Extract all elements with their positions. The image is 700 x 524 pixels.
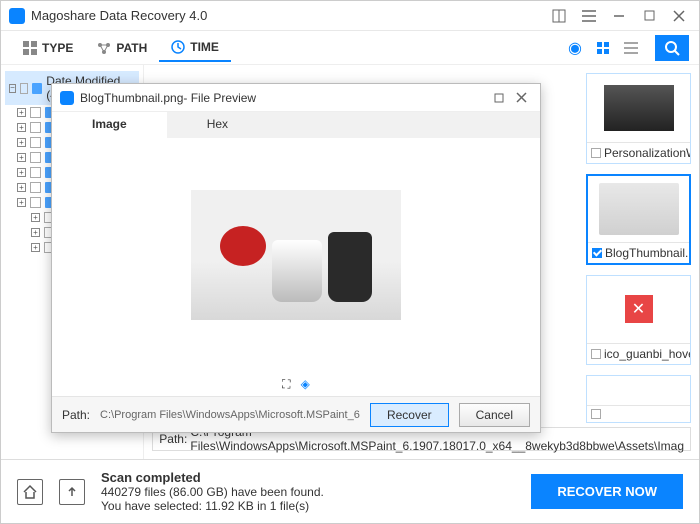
search-icon bbox=[664, 40, 680, 56]
dialog-titlebar: BlogThumbnail.png- File Preview bbox=[52, 84, 540, 112]
checkbox[interactable] bbox=[30, 137, 41, 148]
dialog-recover-button[interactable]: Recover bbox=[370, 403, 449, 427]
thumbnail-label: PersonalizationW… bbox=[604, 146, 690, 160]
checkbox[interactable] bbox=[20, 83, 28, 94]
grid-icon bbox=[23, 41, 37, 55]
thumbnail-item[interactable] bbox=[586, 375, 691, 423]
toolbar: TYPE PATH TIME ◉ bbox=[1, 31, 699, 65]
thumbnail-image bbox=[587, 376, 690, 405]
expand-icon[interactable]: + bbox=[17, 138, 26, 147]
view-grid-icon[interactable] bbox=[592, 37, 614, 59]
folder-icon bbox=[32, 83, 42, 94]
scan-info: Scan completed 440279 files (86.00 GB) h… bbox=[101, 470, 531, 513]
thumbnail-label: BlogThumbnail.png bbox=[605, 246, 689, 260]
thumbnail-label: ico_guanbi_hover… bbox=[604, 347, 690, 361]
checkbox[interactable] bbox=[30, 122, 41, 133]
preview-image bbox=[191, 190, 401, 320]
thumbnail-item[interactable]: ✕ ico_guanbi_hover… bbox=[586, 275, 691, 366]
minimize-button[interactable] bbox=[607, 4, 631, 28]
path-icon bbox=[97, 41, 111, 55]
dialog-tab-image[interactable]: Image bbox=[52, 112, 167, 138]
thumbnail-item[interactable]: BlogThumbnail.png bbox=[586, 174, 691, 265]
expand-icon[interactable]: + bbox=[17, 198, 26, 207]
checkbox[interactable] bbox=[30, 167, 41, 178]
menu-icon[interactable] bbox=[577, 4, 601, 28]
checkbox[interactable] bbox=[591, 409, 601, 419]
tab-path[interactable]: PATH bbox=[85, 35, 159, 61]
collapse-icon[interactable]: − bbox=[9, 84, 16, 93]
dialog-tab-hex[interactable]: Hex bbox=[167, 112, 268, 138]
expand-icon[interactable]: + bbox=[31, 228, 40, 237]
checkbox[interactable] bbox=[30, 152, 41, 163]
path-label: Path: bbox=[159, 432, 187, 446]
dialog-controls: ⛶ ◈ bbox=[52, 372, 540, 396]
expand-icon[interactable]: + bbox=[17, 123, 26, 132]
close-button[interactable] bbox=[667, 4, 691, 28]
expand-icon[interactable]: + bbox=[31, 213, 40, 222]
dialog-close-button[interactable] bbox=[510, 87, 532, 109]
error-icon: ✕ bbox=[625, 295, 653, 323]
preview-dialog: BlogThumbnail.png- File Preview Image He… bbox=[51, 83, 541, 433]
app-logo-icon bbox=[9, 8, 25, 24]
tab-time[interactable]: TIME bbox=[159, 34, 231, 62]
maximize-button[interactable] bbox=[637, 4, 661, 28]
checkbox[interactable] bbox=[30, 182, 41, 193]
thumbnail-image: ✕ bbox=[587, 276, 690, 344]
thumbnail-image bbox=[587, 74, 690, 142]
zoom-fit-icon[interactable]: ⛶ bbox=[282, 377, 290, 392]
expand-icon[interactable]: + bbox=[31, 243, 40, 252]
checkbox[interactable] bbox=[30, 197, 41, 208]
dialog-logo-icon bbox=[60, 91, 74, 105]
upload-icon bbox=[65, 485, 79, 499]
window-layout-icon[interactable] bbox=[547, 4, 571, 28]
thumbnail-item[interactable]: PersonalizationW… bbox=[586, 73, 691, 164]
checkbox[interactable] bbox=[591, 349, 601, 359]
expand-icon[interactable]: + bbox=[17, 153, 26, 162]
home-icon bbox=[22, 484, 38, 500]
tab-path-label: PATH bbox=[116, 41, 147, 55]
tab-time-label: TIME bbox=[190, 40, 219, 54]
dialog-maximize-button[interactable] bbox=[488, 87, 510, 109]
checkbox[interactable] bbox=[30, 107, 41, 118]
tab-type-label: TYPE bbox=[42, 41, 73, 55]
clock-icon bbox=[171, 40, 185, 54]
preview-toggle-icon[interactable]: ◉ bbox=[564, 37, 586, 59]
footer: Scan completed 440279 files (86.00 GB) h… bbox=[1, 459, 699, 523]
expand-icon[interactable]: + bbox=[17, 108, 26, 117]
expand-icon[interactable]: + bbox=[17, 183, 26, 192]
dialog-cancel-button[interactable]: Cancel bbox=[459, 403, 530, 427]
checkbox[interactable] bbox=[591, 148, 601, 158]
scan-status-line2: You have selected: 11.92 KB in 1 file(s) bbox=[101, 499, 531, 513]
export-button[interactable] bbox=[59, 479, 85, 505]
dialog-path-label: Path: bbox=[62, 408, 90, 422]
dialog-title: BlogThumbnail.png- File Preview bbox=[80, 91, 256, 105]
search-button[interactable] bbox=[655, 35, 689, 61]
app-title: Magoshare Data Recovery 4.0 bbox=[31, 8, 207, 23]
scan-status-title: Scan completed bbox=[101, 470, 531, 485]
expand-icon[interactable]: + bbox=[17, 168, 26, 177]
tab-type[interactable]: TYPE bbox=[11, 35, 85, 61]
home-button[interactable] bbox=[17, 479, 43, 505]
recover-now-button[interactable]: RECOVER NOW bbox=[531, 474, 683, 509]
dialog-footer: Path: C:\Program Files\WindowsApps\Micro… bbox=[52, 396, 540, 432]
dialog-tabs: Image Hex bbox=[52, 112, 540, 138]
zoom-actual-icon[interactable]: ◈ bbox=[301, 377, 310, 391]
view-list-icon[interactable] bbox=[620, 37, 642, 59]
checkbox[interactable] bbox=[592, 248, 602, 258]
titlebar: Magoshare Data Recovery 4.0 bbox=[1, 1, 699, 31]
scan-status-line1: 440279 files (86.00 GB) have been found. bbox=[101, 485, 531, 499]
dialog-path-value: C:\Program Files\WindowsApps\Microsoft.M… bbox=[100, 409, 360, 421]
thumbnail-image bbox=[588, 176, 689, 242]
dialog-body bbox=[52, 138, 540, 372]
